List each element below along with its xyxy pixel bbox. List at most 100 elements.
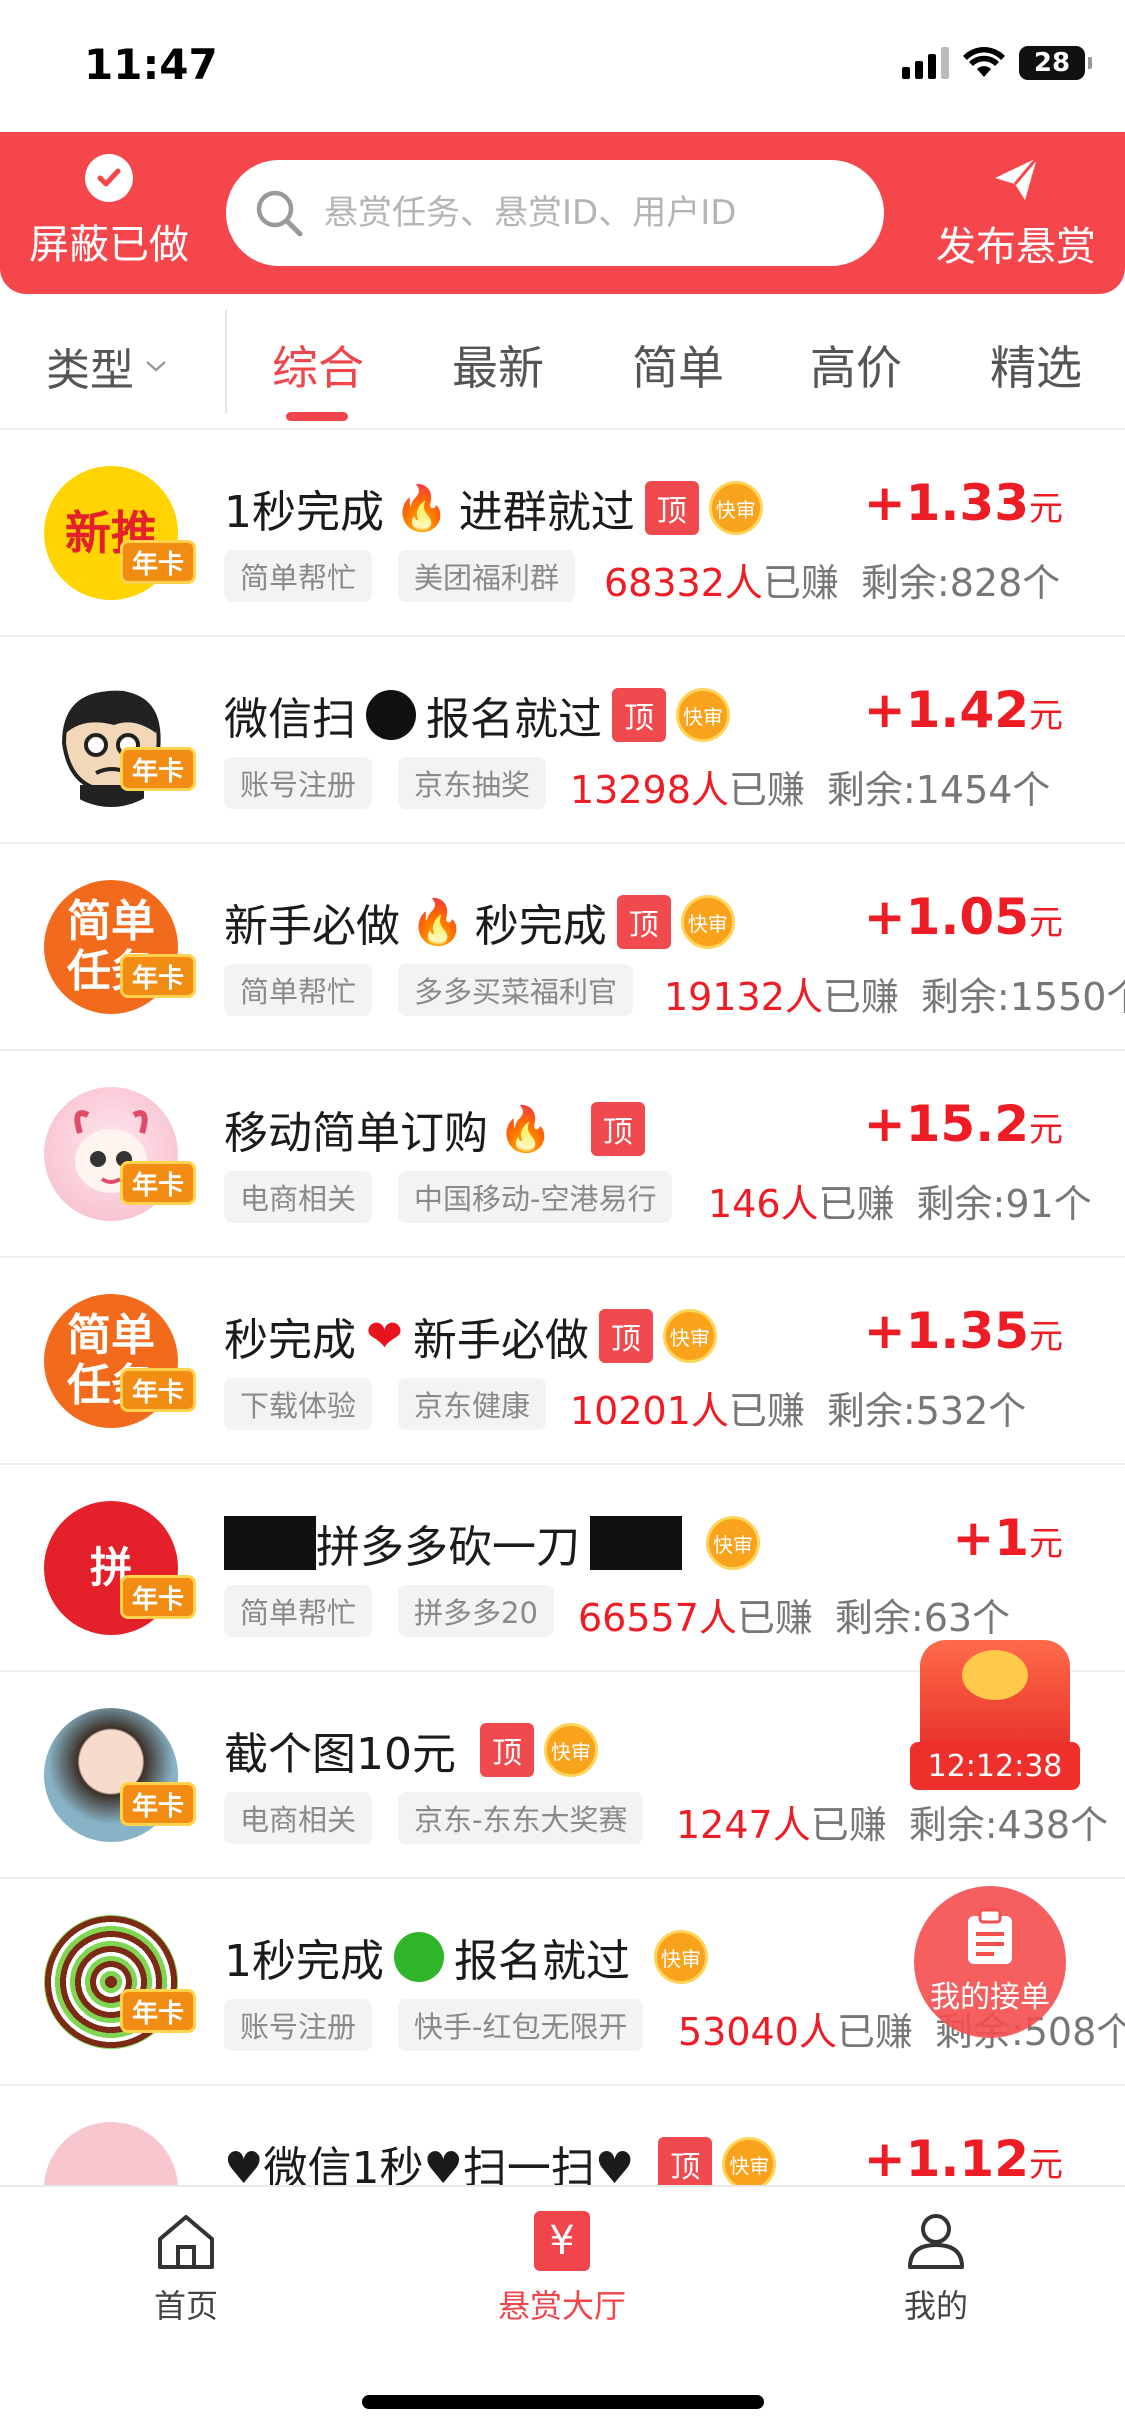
fast-review-badge: 快审 — [722, 2137, 777, 2185]
category-tag: 账号注册 — [224, 1999, 373, 2051]
tab-high-price[interactable]: 高价 — [810, 332, 902, 398]
tab-divider — [225, 310, 227, 414]
chevron-down-icon — [146, 361, 166, 372]
task-title: 1秒完成 🔥 进群就过 顶 快审 — [224, 476, 763, 540]
status-bar: 11:47 28 — [0, 0, 1125, 132]
bounty-hall-icon: ¥ — [534, 2211, 590, 2271]
earned-stats: 146人已赚 剩余:91个 — [708, 1182, 1092, 1226]
task-row[interactable]: ♥微信1秒♥扫一扫♥ 顶 快审 +1.12元 — [0, 2086, 1125, 2185]
merchant-tag: 京东-东东大奖赛 — [398, 1792, 644, 1844]
fast-review-badge: 快审 — [676, 688, 730, 742]
merchant-tag: 拼多多20 — [398, 1585, 554, 1637]
type-filter-label: 类型 — [46, 345, 134, 396]
reward-amount: +15.2元 — [863, 1095, 1063, 1153]
reward-amount: +1.42元 — [863, 681, 1063, 739]
task-title: 新手必做 🔥 秒完成 顶 快审 — [224, 890, 735, 954]
merchant-tag: 中国移动-空港易行 — [398, 1171, 673, 1223]
nav-mine-label: 我的 — [903, 2287, 968, 2325]
merchant-tag: 多多买菜福利官 — [398, 964, 634, 1016]
task-title: 秒完成 ❤ 新手必做 顶 快审 — [224, 1304, 717, 1368]
nav-home[interactable]: 首页 — [76, 2211, 296, 2327]
merchant-tag: 京东抽奖 — [398, 757, 547, 809]
top-badge: 顶 — [598, 1309, 653, 1363]
annual-card-badge: 年卡 — [120, 1161, 196, 1205]
category-tag: 简单帮忙 — [224, 550, 373, 602]
annual-card-badge: 年卡 — [120, 1989, 196, 2033]
category-tag: 下载体验 — [224, 1378, 373, 1430]
green-circle-icon — [394, 1932, 444, 1982]
task-title: ♥微信1秒♥扫一扫♥ 顶 快审 — [224, 2132, 777, 2185]
countdown-timer: 12:12:38 — [910, 1742, 1080, 1790]
top-badge: 顶 — [590, 1102, 645, 1156]
status-icons: 28 — [902, 46, 1092, 80]
hide-done-button[interactable]: 屏蔽已做 — [14, 154, 204, 274]
task-row[interactable]: 年卡 移动简单订购 🔥 顶 +15.2元 电商相关 中国移动-空港易行 146人… — [0, 1051, 1125, 1258]
top-badge: 顶 — [644, 481, 699, 535]
paper-plane-icon — [995, 157, 1039, 200]
cellular-signal-icon — [902, 47, 949, 79]
reward-amount: +1.12元 — [863, 2130, 1063, 2185]
search-input[interactable] — [324, 193, 844, 233]
heart-icon: ❤ — [366, 1310, 403, 1362]
tab-featured[interactable]: 精选 — [990, 332, 1082, 398]
task-title: 移动简单订购 🔥 顶 — [224, 1097, 645, 1161]
fire-icon: 🔥 — [498, 1104, 553, 1155]
merchant-tag: 美团福利群 — [398, 550, 576, 602]
search-icon — [256, 190, 303, 237]
category-tag: 电商相关 — [224, 1171, 373, 1223]
avatar — [44, 2122, 178, 2185]
earned-stats: 66557人已赚 剩余:63个 — [578, 1596, 1011, 1640]
merchant-tag: 京东健康 — [398, 1378, 547, 1430]
annual-card-badge: 年卡 — [120, 1782, 196, 1826]
top-header: 屏蔽已做 发布悬赏 — [0, 132, 1125, 294]
clipboard-icon — [968, 1908, 1012, 1964]
earned-stats: 13298人已赚 剩余:1454个 — [570, 768, 1051, 812]
publish-bounty-button[interactable]: 发布悬赏 — [921, 154, 1111, 274]
red-envelope-timer[interactable]: 12:12:38 — [910, 1640, 1080, 1790]
my-orders-button[interactable]: 我的接单 — [914, 1886, 1066, 2038]
category-tag: 简单帮忙 — [224, 964, 373, 1016]
category-tabs: 类型 综合 最新 简单 高价 精选 — [0, 294, 1125, 430]
check-icon — [85, 154, 133, 202]
task-row[interactable]: 年卡 微信扫 报名就过 顶 快审 +1.42元 账号注册 京东抽奖 13298人… — [0, 637, 1125, 844]
category-tag: 简单帮忙 — [224, 1585, 373, 1637]
nav-mine[interactable]: 我的 — [826, 2211, 1046, 2327]
battery-icon: 28 — [1019, 46, 1092, 80]
black-circle-icon — [366, 690, 416, 740]
fast-review-badge: 快审 — [680, 895, 735, 949]
reward-amount: +1.05元 — [863, 888, 1063, 946]
task-row[interactable]: 新推 年卡 1秒完成 🔥 进群就过 顶 快审 +1.33元 简单帮忙 美团福利群… — [0, 430, 1125, 637]
gold-coin-icon — [962, 1650, 1028, 1700]
task-row[interactable]: 简单任务 年卡 新手必做 🔥 秒完成 顶 快审 +1.05元 简单帮忙 多多买菜… — [0, 844, 1125, 1051]
home-indicator — [362, 2395, 764, 2409]
annual-card-badge: 年卡 — [120, 1575, 196, 1619]
task-row[interactable]: 简单任务 年卡 秒完成 ❤ 新手必做 顶 快审 +1.35元 下载体验 京东健康… — [0, 1258, 1125, 1465]
category-tag: 电商相关 — [224, 1792, 373, 1844]
fire-icon: 🔥 — [410, 897, 465, 948]
earned-stats: 68332人已赚 剩余:828个 — [604, 561, 1061, 605]
redacted-block — [224, 1516, 316, 1570]
tab-comprehensive[interactable]: 综合 — [272, 332, 364, 398]
fast-review-badge: 快审 — [706, 1516, 760, 1570]
annual-card-badge: 年卡 — [120, 1368, 196, 1412]
status-time: 11:47 — [84, 40, 218, 89]
home-icon — [158, 2215, 214, 2269]
fast-review-badge: 快审 — [708, 481, 763, 535]
nav-bounty-hall[interactable]: ¥ 悬赏大厅 — [452, 2211, 672, 2327]
search-box[interactable] — [226, 160, 884, 266]
reward-amount: +1.35元 — [863, 1302, 1063, 1360]
nav-bounty-hall-label: 悬赏大厅 — [497, 2287, 626, 2325]
fast-review-badge: 快审 — [544, 1723, 598, 1777]
tab-latest[interactable]: 最新 — [452, 332, 544, 398]
fast-review-badge: 快审 — [662, 1309, 717, 1363]
top-badge: 顶 — [612, 688, 666, 742]
task-title: 拼多多砍一刀 快审 — [224, 1511, 760, 1575]
earned-stats: 10201人已赚 剩余:532个 — [570, 1389, 1027, 1433]
type-filter-dropdown[interactable]: 类型 — [46, 334, 168, 398]
merchant-tag: 快手-红包无限开 — [398, 1999, 644, 2051]
active-tab-indicator — [286, 412, 348, 421]
fast-review-badge: 快审 — [654, 1930, 708, 1984]
tab-simple[interactable]: 简单 — [632, 332, 724, 398]
category-tag: 账号注册 — [224, 757, 373, 809]
earned-stats: 1247人已赚 剩余:438个 — [676, 1803, 1109, 1847]
